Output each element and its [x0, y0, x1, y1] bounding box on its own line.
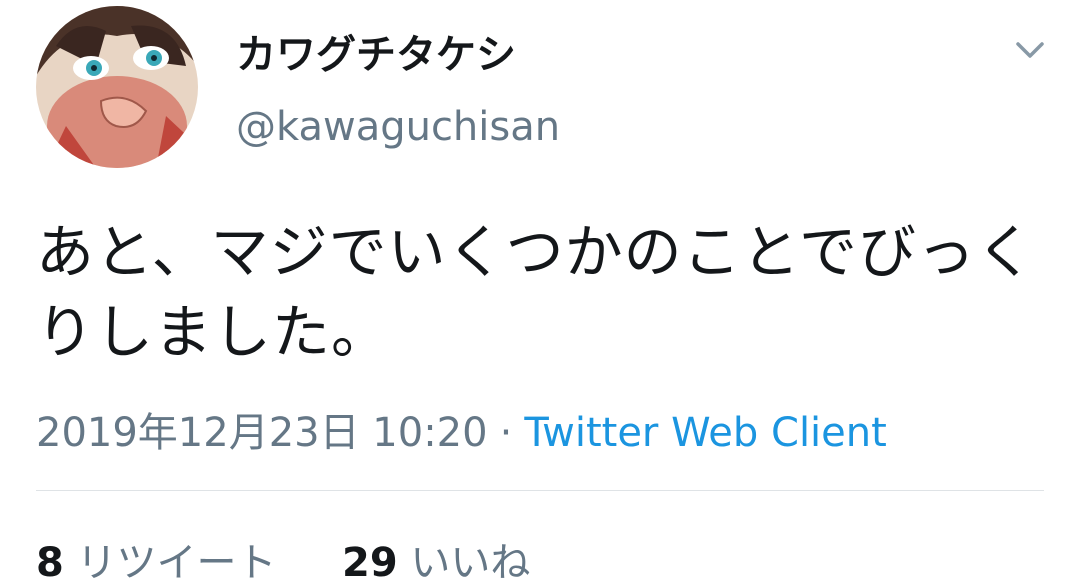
tweet-text: あと、マジでいくつかのことでびっくりしました。: [36, 218, 1035, 366]
tweet-stats: 8 リツイート 29 いいね: [36, 530, 530, 588]
tweet-meta: 2019年12月23日 10:20 · Twitter Web Client: [36, 400, 887, 458]
likes-stat[interactable]: 29 いいね: [342, 540, 530, 586]
meta-separator: ·: [499, 410, 513, 456]
tweet-timestamp[interactable]: 2019年12月23日 10:20: [36, 410, 488, 456]
tweet-source-link[interactable]: Twitter Web Client: [524, 410, 887, 456]
display-name[interactable]: カワグチタケシ: [236, 22, 516, 80]
user-handle[interactable]: @kawaguchisan: [236, 104, 560, 150]
retweets-count: 8: [36, 540, 64, 586]
retweets-stat[interactable]: 8 リツイート: [36, 540, 289, 586]
likes-label: いいね: [410, 540, 531, 586]
chevron-down-icon[interactable]: [1010, 30, 1050, 70]
likes-count: 29: [342, 540, 398, 586]
avatar[interactable]: [36, 6, 198, 168]
retweets-label: リツイート: [76, 540, 277, 586]
divider: [36, 490, 1044, 491]
